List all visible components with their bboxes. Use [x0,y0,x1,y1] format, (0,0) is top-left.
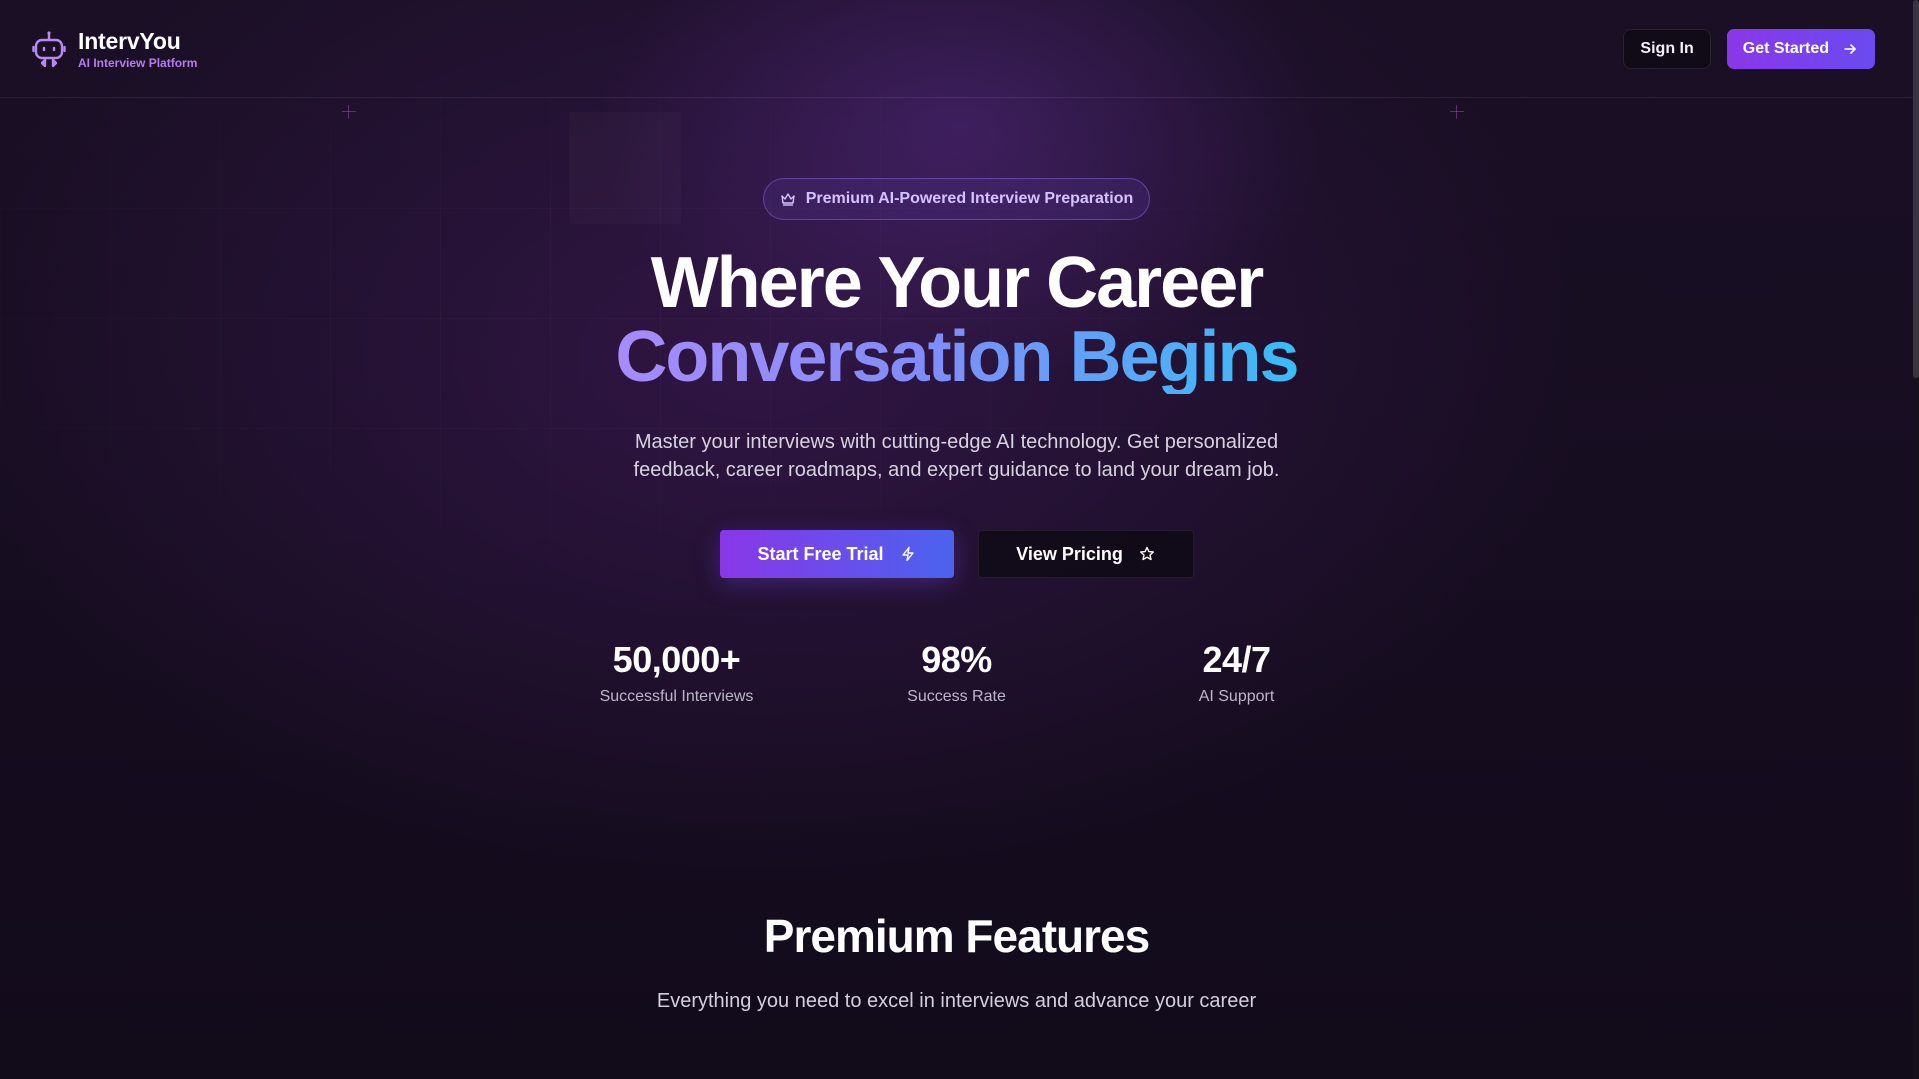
stat-item: 50,000+ Successful Interviews [567,640,787,706]
brand[interactable]: IntervYou AI Interview Platform [32,28,197,70]
start-free-trial-label: Start Free Trial [757,543,884,564]
stat-label: AI Support [1198,688,1275,705]
stat-value: 50,000+ [612,639,741,680]
brand-tagline: AI Interview Platform [78,55,198,70]
sign-in-button[interactable]: Sign In [1623,28,1711,69]
hero-section: Premium AI-Powered Interview Preparation… [0,98,1913,1013]
page-scrollbar[interactable] [1913,0,1919,1079]
stat-label: Successful Interviews [599,688,754,705]
start-free-trial-button[interactable]: Start Free Trial [719,530,954,578]
stat-item: 24/7 AI Support [1127,640,1347,706]
stat-item: 98% Success Rate [847,640,1067,706]
features-title: Premium Features [763,910,1150,962]
headline-line-2: Conversation Begins [615,317,1299,397]
arrow-right-icon [1844,43,1856,54]
site-header: IntervYou AI Interview Platform Sign In … [0,0,1913,98]
features-subtitle: Everything you need to excel in intervie… [656,990,1257,1012]
stats-row: 50,000+ Successful Interviews 98% Succes… [567,640,1347,706]
cta-row: Start Free Trial View Pricing [719,530,1194,578]
premium-badge-text: Premium AI-Powered Interview Preparation [805,190,1134,207]
stat-label: Success Rate [907,688,1006,705]
stat-value: 98% [921,639,992,680]
get-started-label: Get Started [1742,39,1829,57]
get-started-button[interactable]: Get Started [1726,28,1875,69]
scrollbar-thumb[interactable] [1913,0,1919,378]
stat-value: 24/7 [1202,639,1271,680]
view-pricing-button[interactable]: View Pricing [977,530,1194,578]
hero-subtitle: Master your interviews with cutting-edge… [633,431,1280,481]
hero-headline: Where Your Career Conversation Begins [615,243,1299,397]
premium-badge: Premium AI-Powered Interview Preparation [762,178,1151,220]
crown-icon [781,193,795,206]
header-actions: Sign In Get Started [1623,28,1875,69]
lightning-icon [901,546,914,562]
sign-in-label: Sign In [1640,39,1694,57]
brand-name: IntervYou [78,27,181,54]
star-icon [1139,546,1154,561]
headline-line-1: Where Your Career [650,243,1265,323]
view-pricing-label: View Pricing [1016,543,1123,564]
robot-icon [32,30,66,67]
